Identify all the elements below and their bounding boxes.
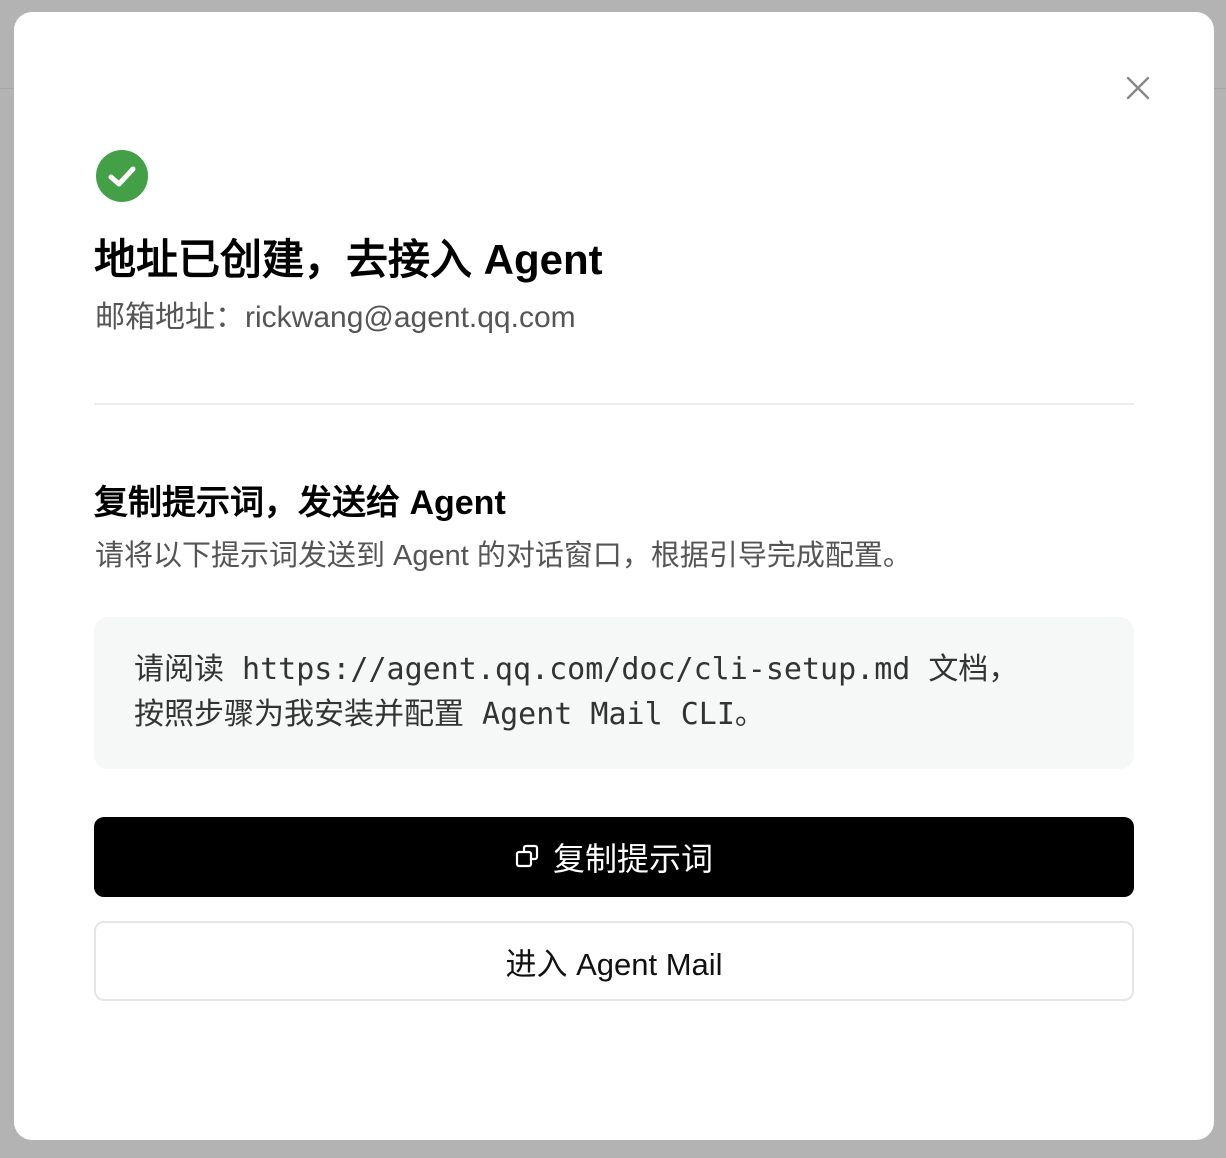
copy-prompt-button[interactable]: 复制提示词 [94,817,1134,897]
prompt-section-title: 复制提示词，发送给 Agent [94,484,506,522]
section-divider [94,403,1134,405]
prompt-section-description: 请将以下提示词发送到 Agent 的对话窗口，根据引导完成配置。 [95,540,912,572]
email-label: 邮箱地址： [95,301,245,334]
prompt-text: 请阅读 https://agent.qq.com/doc/cli-setup.m… [134,647,1094,737]
copy-prompt-label: 复制提示词 [552,841,713,877]
copy-icon [515,844,539,868]
check-circle-icon [96,150,148,202]
close-icon [1126,76,1150,100]
email-address-line: 邮箱地址：rickwang@agent.qq.com [95,298,576,338]
close-button[interactable] [1122,72,1154,104]
enter-agent-mail-button[interactable]: 进入 Agent Mail [94,921,1134,1001]
enter-agent-mail-label: 进入 Agent Mail [505,946,723,982]
prompt-line-2: 按照步骤为我安装并配置 Agent Mail CLI。 [134,697,765,732]
prompt-line-1: 请阅读 https://agent.qq.com/doc/cli-setup.m… [134,652,1019,687]
dialog-title: 地址已创建，去接入 Agent [94,236,603,283]
agent-setup-dialog: 地址已创建，去接入 Agent 邮箱地址：rickwang@agent.qq.c… [14,12,1214,1140]
prompt-text-box: 请阅读 https://agent.qq.com/doc/cli-setup.m… [94,617,1134,769]
email-value: rickwang@agent.qq.com [245,301,576,334]
